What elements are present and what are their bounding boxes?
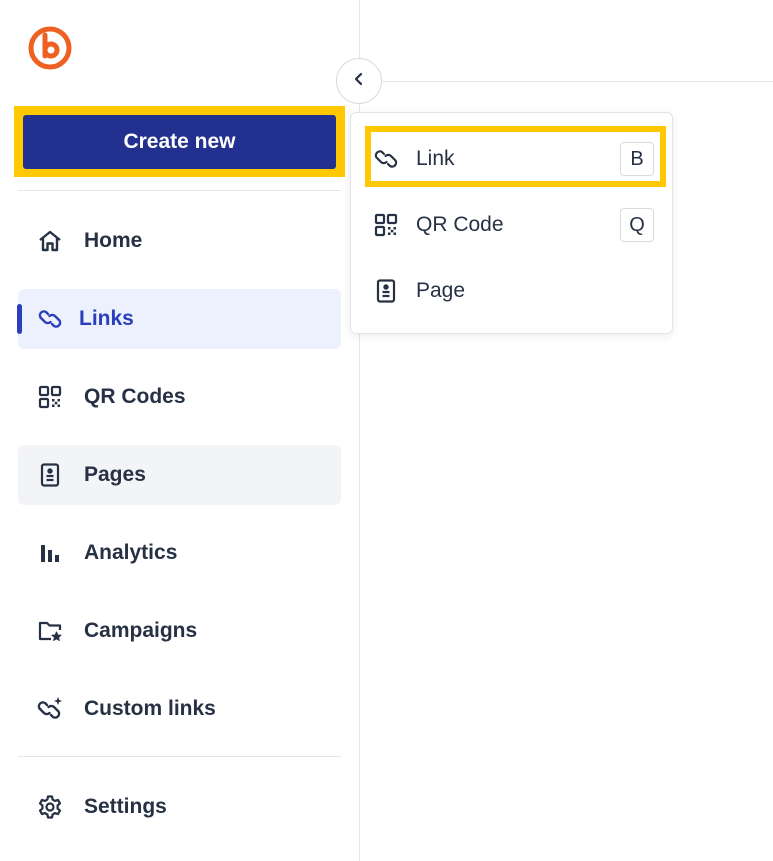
page-icon xyxy=(373,278,399,304)
sidebar-item-label: QR Codes xyxy=(84,385,186,408)
qr-code-icon xyxy=(373,212,399,238)
sidebar-item-label: Campaigns xyxy=(84,619,198,642)
divider xyxy=(18,756,341,757)
sidebar-item-home[interactable]: Home xyxy=(18,211,341,271)
collapse-sidebar-button[interactable] xyxy=(336,58,382,104)
shortcut-key: Q xyxy=(620,208,654,242)
menu-item-label: Page xyxy=(416,279,466,302)
menu-item-link[interactable]: Link B xyxy=(363,129,664,189)
sidebar-item-campaigns[interactable]: Campaigns xyxy=(18,601,341,661)
gear-icon xyxy=(37,794,63,820)
page-icon xyxy=(37,462,63,488)
sidebar-item-custom-links[interactable]: Custom links xyxy=(18,679,341,739)
active-indicator xyxy=(17,304,22,334)
sidebar: Create new Home Links QR Codes Pages Ana… xyxy=(0,0,360,861)
sidebar-item-settings[interactable]: Settings xyxy=(18,777,341,837)
folder-star-icon xyxy=(37,618,63,644)
sidebar-item-label: Analytics xyxy=(84,541,178,564)
menu-item-label: Link xyxy=(416,147,455,170)
menu-item-qr-code[interactable]: QR Code Q xyxy=(363,195,664,255)
sidebar-item-label: Custom links xyxy=(84,697,216,720)
sidebar-item-label: Home xyxy=(84,229,143,252)
sidebar-item-pages[interactable]: Pages xyxy=(18,445,341,505)
sidebar-item-label: Links xyxy=(79,307,134,330)
sidebar-item-label: Settings xyxy=(84,795,167,818)
link-icon xyxy=(373,146,399,172)
menu-item-label: QR Code xyxy=(416,213,504,236)
create-new-menu: Link B QR Code Q Page xyxy=(350,112,673,334)
sidebar-item-qr-codes[interactable]: QR Codes xyxy=(18,367,341,427)
shortcut-key: B xyxy=(620,142,654,176)
sidebar-item-analytics[interactable]: Analytics xyxy=(18,523,341,583)
home-icon xyxy=(37,228,63,254)
header-divider xyxy=(382,81,773,82)
bar-chart-icon xyxy=(37,540,63,566)
divider xyxy=(18,190,341,191)
qr-code-icon xyxy=(37,384,63,410)
menu-item-page[interactable]: Page xyxy=(363,261,664,321)
sidebar-item-label: Pages xyxy=(84,463,146,486)
custom-link-icon xyxy=(37,696,63,722)
bitly-logo-icon[interactable] xyxy=(26,22,76,72)
chevron-left-icon xyxy=(352,72,366,91)
create-new-button[interactable]: Create new xyxy=(23,115,336,169)
sidebar-item-links[interactable]: Links xyxy=(17,289,341,349)
link-icon xyxy=(37,306,63,332)
